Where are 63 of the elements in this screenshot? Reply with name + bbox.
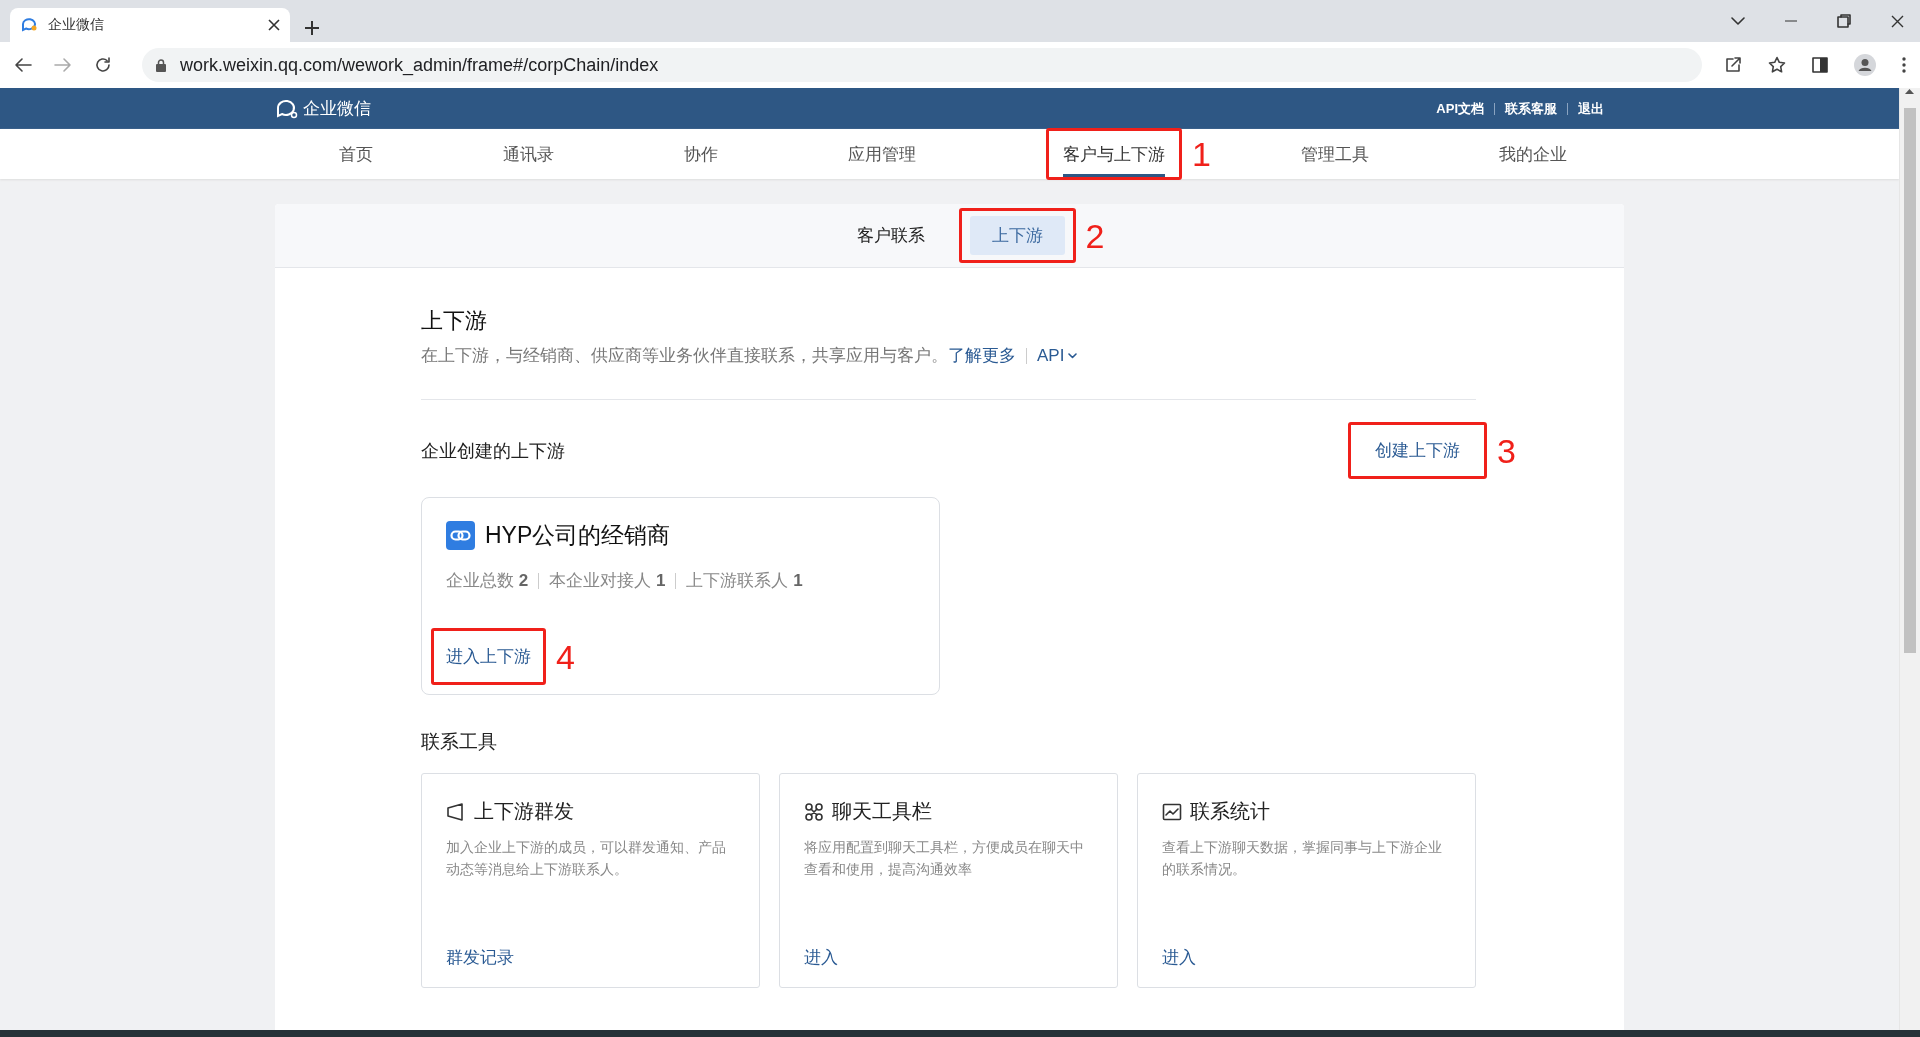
sub-tab[interactable]: 上下游 <box>969 216 1065 255</box>
stat-text: 本企业对接人 1 <box>549 570 666 592</box>
header-link[interactable]: API文档 <box>1436 99 1484 118</box>
stat-text: 企业总数 2 <box>446 570 529 592</box>
nav-tab[interactable]: 管理工具 <box>1300 129 1369 179</box>
chevron-down-icon <box>1068 352 1078 359</box>
description-text: 在上下游，与经销商、供应商等业务伙伴直接联系，共享应用与客户。 <box>421 345 948 367</box>
scroll-thumb[interactable] <box>1904 108 1916 653</box>
chart-icon <box>1162 801 1182 822</box>
section-title: 联系工具 <box>421 730 498 754</box>
url-field[interactable]: work.weixin.qq.com/wework_admin/frame#/corpChain/index <box>142 48 1702 82</box>
grid-icon <box>804 801 824 822</box>
star-icon[interactable] <box>1768 56 1786 74</box>
header-link[interactable]: 退出 <box>1578 99 1604 118</box>
more-icon[interactable] <box>1902 57 1906 73</box>
learn-more-link[interactable]: 了解更多 <box>948 344 1016 367</box>
annotation-number: 2 <box>1085 218 1105 253</box>
stat-text: 上下游联系人 1 <box>686 570 803 592</box>
nav-tab[interactable]: 通讯录 <box>503 129 554 179</box>
tool-link[interactable]: 进入 <box>1162 946 1451 969</box>
back-icon[interactable] <box>14 57 32 73</box>
nav-tab[interactable]: 协作 <box>684 129 718 179</box>
chat-bubble-icon <box>275 97 299 120</box>
page-title: 上下游 <box>421 307 488 335</box>
nav-tab[interactable]: 应用管理 <box>848 129 916 179</box>
api-dropdown[interactable]: API <box>1037 345 1078 366</box>
section-title: 企业创建的上下游 <box>421 439 565 463</box>
share-icon[interactable] <box>1724 56 1742 74</box>
lock-icon <box>156 58 166 72</box>
close-icon[interactable] <box>268 19 280 31</box>
tool-title: 联系统计 <box>1190 799 1270 824</box>
plus-icon[interactable] <box>304 20 320 36</box>
nav-tab[interactable]: 首页 <box>339 129 373 179</box>
logo-text: 企业微信 <box>303 98 371 120</box>
tool-description: 查看上下游聊天数据，掌握同事与上下游企业的联系情况。 <box>1162 838 1443 879</box>
create-button[interactable]: 创建上下游 <box>1365 425 1471 476</box>
url-text: work.weixin.qq.com/wework_admin/frame#/corpChain/index <box>180 54 659 76</box>
annotation-number: 1 <box>1192 137 1211 171</box>
sidebar-icon[interactable] <box>1812 57 1828 73</box>
annotation-number: 4 <box>556 639 575 674</box>
tool-link[interactable]: 群发记录 <box>446 946 735 969</box>
reload-icon[interactable] <box>94 56 112 74</box>
header-link[interactable]: 联系客服 <box>1505 99 1557 118</box>
annotation-number: 3 <box>1497 433 1516 468</box>
profile-icon[interactable] <box>1854 54 1876 76</box>
browser-tab[interactable]: 企业微信 <box>10 8 290 42</box>
tool-description: 将应用配置到聊天工具栏，方便成员在聊天中查看和使用，提高沟通效率 <box>804 838 1085 879</box>
sub-tab[interactable]: 客户联系 <box>834 216 947 255</box>
link-icon <box>446 521 475 550</box>
restore-icon[interactable] <box>1837 14 1851 28</box>
megaphone-icon <box>446 801 466 822</box>
nav-tab[interactable]: 客户与上下游 <box>1063 131 1165 177</box>
tool-title: 聊天工具栏 <box>832 799 932 824</box>
chain-name: HYP公司的经销商 <box>485 521 671 550</box>
close-icon[interactable] <box>1891 14 1904 28</box>
enter-link[interactable]: 进入上下游 <box>446 645 531 668</box>
tool-title: 上下游群发 <box>474 799 574 824</box>
chat-bubble-icon <box>20 16 38 34</box>
nav-tab[interactable]: 我的企业 <box>1498 129 1567 179</box>
tab-title: 企业微信 <box>48 16 105 34</box>
tool-link[interactable]: 进入 <box>804 946 1093 969</box>
tool-description: 加入企业上下游的成员，可以群发通知、产品动态等消息给上下游联系人。 <box>446 838 727 879</box>
chevron-down-icon[interactable] <box>1731 17 1745 25</box>
